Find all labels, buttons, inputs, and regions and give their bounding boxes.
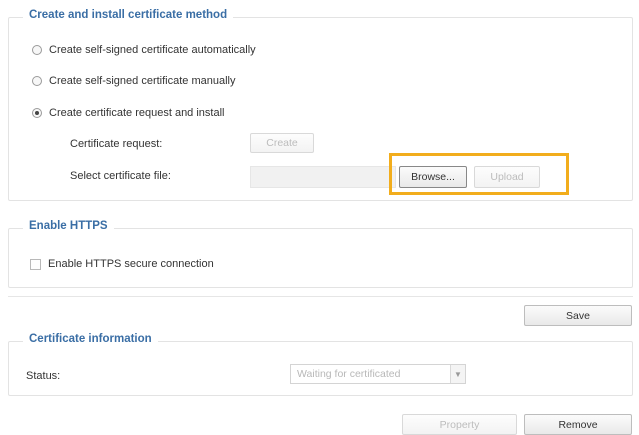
- radio-request[interactable]: [32, 108, 42, 118]
- radio-auto[interactable]: [32, 45, 42, 55]
- divider: [8, 296, 633, 297]
- enable-https-option[interactable]: Enable HTTPS secure connection: [30, 258, 214, 270]
- status-label: Status:: [26, 370, 61, 382]
- status-select[interactable]: Waiting for certificated ▼: [290, 364, 466, 384]
- certificate-file-input[interactable]: [250, 166, 396, 188]
- browse-upload-highlight: [389, 153, 569, 195]
- option-manual-self-signed[interactable]: Create self-signed certificate manually: [32, 75, 235, 87]
- chevron-down-icon[interactable]: ▼: [450, 365, 465, 383]
- certificate-request-label: Certificate request:: [70, 138, 163, 150]
- enable-https-checkbox[interactable]: [30, 258, 41, 270]
- option-auto-label: Create self-signed certificate automatic…: [49, 44, 256, 56]
- radio-manual[interactable]: [32, 76, 42, 86]
- option-request-install[interactable]: Create certificate request and install: [32, 107, 224, 119]
- enable-https-label: Enable HTTPS secure connection: [48, 258, 214, 270]
- option-request-label: Create certificate request and install: [49, 107, 225, 119]
- create-button[interactable]: Create: [250, 133, 314, 153]
- certificate-method-legend: Create and install certificate method: [23, 9, 234, 21]
- save-button[interactable]: Save: [524, 305, 632, 326]
- option-manual-label: Create self-signed certificate manually: [49, 75, 236, 87]
- option-auto-self-signed[interactable]: Create self-signed certificate automatic…: [32, 44, 256, 56]
- select-certificate-file-label: Select certificate file:: [70, 170, 171, 182]
- enable-https-legend: Enable HTTPS: [23, 220, 114, 232]
- status-value: Waiting for certificated: [297, 368, 401, 380]
- certificate-info-legend: Certificate information: [23, 333, 158, 345]
